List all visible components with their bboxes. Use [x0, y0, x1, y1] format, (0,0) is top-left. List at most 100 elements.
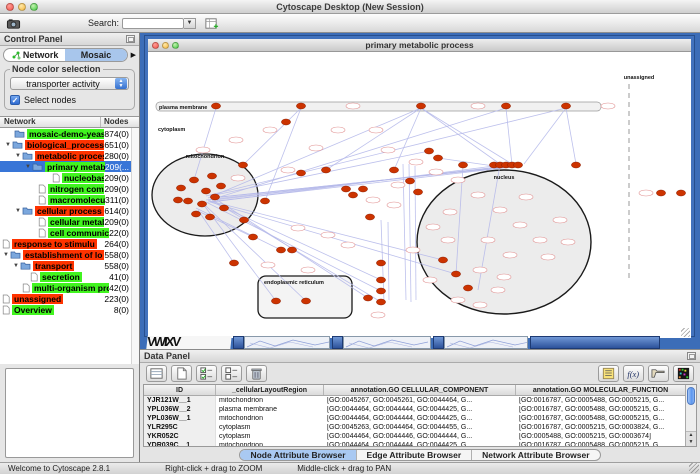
file-icon	[2, 294, 10, 304]
expand-triangle-icon[interactable]: ▼	[12, 263, 20, 269]
window-resize-grip[interactable]	[681, 328, 690, 337]
search-dropdown-button[interactable]: ▼	[184, 18, 196, 29]
svg-text:plasma membrane: plasma membrane	[159, 105, 207, 111]
node-color-dropdown[interactable]: transporter activity ▲▼	[10, 77, 129, 90]
network-node	[363, 295, 372, 301]
file-icon	[22, 283, 30, 293]
tree-item-cell-communicat[interactable]: cell communicat22(0)	[0, 227, 139, 238]
table-column-header[interactable]: annotation.GO MOLECULAR_FUNCTION	[516, 385, 686, 395]
cell-function: [GO:0016787, GO:0005488, GO:0005215, G..…	[516, 415, 686, 422]
birds-eye-view[interactable]	[5, 368, 134, 458]
node-color-selection-group: Node color selection transporter activit…	[4, 69, 135, 110]
tree-scrollbar[interactable]	[131, 128, 139, 364]
background-window-fragment[interactable]	[244, 336, 330, 349]
network-view-window[interactable]: primary metabolic process plasma membran…	[145, 36, 694, 336]
attribute-browser-icon[interactable]	[202, 15, 220, 32]
network-window-titlebar[interactable]: primary metabolic process	[148, 39, 691, 52]
tree-item-establishment-of-lo[interactable]: ▼establishment of lo558(0)	[0, 249, 139, 260]
expand-triangle-icon[interactable]: ▼	[24, 164, 32, 170]
network-node	[287, 247, 296, 253]
select-attributes-icon[interactable]	[196, 365, 217, 382]
show-attributes-icon[interactable]	[146, 365, 167, 382]
network-node	[676, 190, 685, 196]
tree-item-nucleobase-[interactable]: nucleobase-209(0)	[0, 172, 139, 183]
tree-item-cellular-process[interactable]: ▼cellular process614(0)	[0, 205, 139, 216]
table-scrollbar[interactable]: ▲▼	[685, 385, 696, 446]
file-icon	[2, 305, 10, 315]
expand-triangle-icon[interactable]: ▼	[14, 153, 22, 159]
tab-network[interactable]: Network	[4, 49, 65, 61]
heatmap-icon[interactable]	[673, 365, 694, 382]
table-row[interactable]: YKR052Ccytoplasm[GO:0044464, GO:0044446,…	[144, 432, 685, 441]
unselect-attributes-icon[interactable]	[221, 365, 242, 382]
tab-mosaic[interactable]: Mosaic	[65, 49, 126, 61]
network-node	[438, 257, 447, 263]
data-panel-header: Data Panel	[140, 350, 700, 363]
column-network[interactable]: Network	[0, 117, 101, 127]
create-attribute-icon[interactable]	[171, 365, 192, 382]
tree-item-transport[interactable]: ▼transport558(0)	[0, 260, 139, 271]
scrollbar-arrows[interactable]: ▲▼	[686, 431, 696, 446]
float-panel-icon[interactable]	[126, 35, 135, 43]
file-icon	[2, 239, 10, 249]
tab-node-attribute-browser[interactable]: Node Attribute Browser	[240, 450, 356, 460]
background-window-fragment[interactable]	[433, 336, 444, 349]
folder-icon	[12, 140, 23, 149]
tree-item-macromolecule[interactable]: macromolecule311(0)	[0, 194, 139, 205]
tab-edge-attribute-browser[interactable]: Edge Attribute Browser	[357, 450, 473, 460]
data-panel: Data Panel f(x) ID_cellularLayoutRegiona…	[140, 349, 700, 462]
tree-item-label: macromolecule	[48, 195, 105, 205]
tree-item-secretion[interactable]: secretion41(0)	[0, 271, 139, 282]
tab-network-attribute-browser[interactable]: Network Attribute Browser	[472, 450, 599, 460]
table-row[interactable]: YPL036W__1mitochondrion[GO:0044464, GO:0…	[144, 414, 685, 423]
background-window-fragment[interactable]	[343, 336, 431, 349]
tree-item-primary-metabo[interactable]: ▼primary metabo209(...	[0, 161, 139, 172]
table-row[interactable]: YLR295Ccytoplasm[GO:0045263, GO:0044464,…	[144, 423, 685, 432]
table-column-header[interactable]: _cellularLayoutRegion	[216, 385, 324, 395]
formula-builder-icon[interactable]: f(x)	[623, 365, 644, 382]
float-data-panel-icon[interactable]	[687, 352, 696, 360]
tree-item-biological-process[interactable]: ▼biological_process651(0)	[0, 139, 139, 150]
background-window-fragment[interactable]: VWIXV	[146, 336, 231, 349]
app-resize-grip[interactable]	[689, 463, 699, 473]
background-window-fragment[interactable]	[530, 336, 660, 349]
tree-item-response-to-stimulu[interactable]: response to stimulu264(0)	[0, 238, 139, 249]
cell-function: [GO:0005488, GO:0005215, GO:0003674]	[516, 433, 686, 440]
tree-item-overview[interactable]: Overview8(0)	[0, 304, 139, 315]
background-window-fragment[interactable]	[332, 336, 343, 349]
background-window-fragment[interactable]	[233, 336, 244, 349]
scrollbar-thumb[interactable]	[687, 387, 695, 405]
cell-component: [GO:0045263, GO:0044464, GO:0044455, G..…	[324, 424, 516, 431]
column-nodes[interactable]: Nodes	[101, 117, 139, 127]
cell-id: YPL036W__2	[144, 405, 216, 414]
network-node	[189, 177, 198, 183]
tree-item-mosaic-demo-yeast[interactable]: mosaic-demo-yeast874(0)	[0, 128, 139, 139]
tree-item-unassigned[interactable]: unassigned223(0)	[0, 293, 139, 304]
background-window-fragment[interactable]	[444, 336, 528, 349]
select-nodes-checkbox[interactable]: ✓	[10, 95, 20, 105]
tree-item-multi-organism-pro[interactable]: multi-organism pro42(0)	[0, 282, 139, 293]
attribute-table: ID_cellularLayoutRegionannotation.GO CEL…	[143, 384, 697, 447]
expand-triangle-icon[interactable]: ▼	[14, 208, 22, 214]
tree-item-nitrogen-compo[interactable]: nitrogen compo209(0)	[0, 183, 139, 194]
app-title: Cytoscape Desktop (New Session)	[0, 2, 700, 12]
tree-item-cellular-metabo[interactable]: cellular metabo209(0)	[0, 216, 139, 227]
search-input[interactable]	[122, 18, 184, 29]
tree-item-label: secretion	[40, 272, 82, 282]
tab-overflow-arrow[interactable]: ▶	[131, 51, 136, 59]
network-canvas[interactable]: plasma membranecytoplasmmitochondrionnuc…	[148, 52, 691, 338]
delete-attribute-icon[interactable]	[246, 365, 267, 382]
table-column-header[interactable]: ID	[144, 385, 216, 395]
expand-triangle-icon[interactable]: ▼	[2, 252, 10, 258]
cell-id: YPL036W__1	[144, 414, 216, 423]
tree-item-metabolic-process[interactable]: ▼metabolic process280(0)	[0, 150, 139, 161]
import-list-icon[interactable]	[598, 365, 619, 382]
expand-triangle-icon[interactable]: ▼	[4, 142, 12, 148]
table-row[interactable]: YPL036W__2plasma membrane[GO:0044464, GO…	[144, 405, 685, 414]
snapshot-camera-icon[interactable]	[4, 15, 22, 32]
table-row[interactable]: YJR121W__1mitochondrion[GO:0045267, GO:0…	[144, 396, 685, 405]
network-node	[191, 211, 200, 217]
cell-id: YJR121W__1	[144, 396, 216, 405]
open-file-icon[interactable]	[648, 365, 669, 382]
table-column-header[interactable]: annotation.GO CELLULAR_COMPONENT	[324, 385, 516, 395]
